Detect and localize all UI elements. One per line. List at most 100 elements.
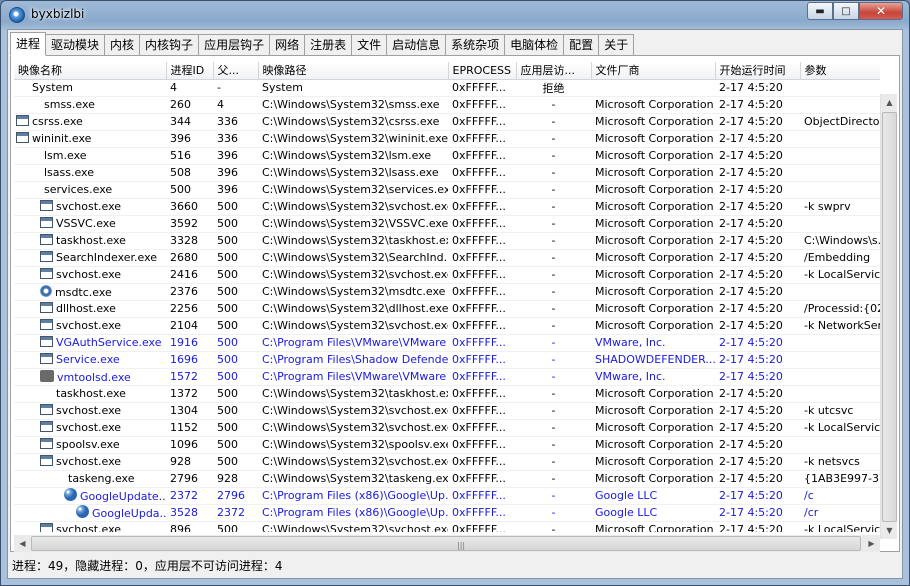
cell-8 <box>800 164 880 182</box>
vertical-scroll-thumb[interactable] <box>882 112 897 522</box>
column-header[interactable]: 文件厂商 <box>591 62 716 80</box>
cell-5: - <box>516 334 591 352</box>
cell-1: 3528 <box>166 504 213 522</box>
cell-2: 396 <box>213 164 258 182</box>
table-row[interactable]: vmtoolsd.exe 1572 500 C:\Program Files\VMwa… <box>14 368 880 386</box>
process-name-cell: GoogleUpda... <box>14 504 166 522</box>
cell-7: 2-17 4:5:20 <box>715 521 800 532</box>
process-name-cell: lsm.exe <box>14 147 166 165</box>
cell-7: 2-17 4:5:20 <box>715 436 800 454</box>
process-panel: 映像名称 进程ID 父... 映像路径 EPROCESS 应用层访... 文件厂商 开始运行时… <box>10 55 900 552</box>
table-row[interactable]: lsm.exe 516 396 C:\Windows\System32\lsm.exe… <box>14 147 880 165</box>
table-row[interactable]: svchost.exe 3660 500 C:\Windows\System32\sv… <box>14 198 880 216</box>
scroll-up-button[interactable]: ▲ <box>881 94 898 111</box>
table-row[interactable]: taskhost.exe 1372 500 C:\Windows\System32\t… <box>14 385 880 403</box>
cell-2: 500 <box>213 402 258 420</box>
table-row[interactable]: lsass.exe 508 396 C:\Windows\System32\lsass… <box>14 164 880 182</box>
cell-2: 396 <box>213 181 258 199</box>
column-header[interactable]: 父... <box>213 62 259 80</box>
table-row[interactable]: System 4- System 0xFFFFF... 拒绝 2-17 4:5:20 <box>14 79 880 97</box>
process-name: GoogleUpdate.... <box>80 490 166 503</box>
table-row[interactable]: dllhost.exe 2256 500 C:\Windows\System32\dl… <box>14 300 880 318</box>
cell-1: 396 <box>166 130 213 148</box>
window-icon <box>40 302 53 313</box>
table-row[interactable]: taskhost.exe 3328 500 C:\Windows\System32\t… <box>14 232 880 250</box>
table-row[interactable]: csrss.exe 344 336 C:\Windows\System32\csrss… <box>14 113 880 131</box>
horizontal-scroll-thumb[interactable]: ||| <box>31 536 861 551</box>
column-header[interactable]: 开始运行时间 <box>715 62 801 80</box>
table-row[interactable]: SearchIndexer.exe 2680 500 C:\Windows\Syste… <box>14 249 880 267</box>
tab-5[interactable]: 网络 <box>270 34 306 56</box>
table-row[interactable]: Service.exe 1696 500 C:\Program Files\Shado… <box>14 351 880 369</box>
tab-2[interactable]: 内核 <box>105 34 141 56</box>
cell-5: - <box>516 521 591 532</box>
cell-1: 4 <box>166 79 213 97</box>
table-row[interactable]: services.exe 500 396 C:\Windows\System32\se… <box>14 181 880 199</box>
process-name-cell: System <box>14 79 166 97</box>
table-row[interactable]: svchost.exe 896 500 C:\Windows\System32\svc… <box>14 521 880 532</box>
cell-2: 500 <box>213 215 258 233</box>
scroll-down-button[interactable]: ▼ <box>881 522 898 539</box>
column-header[interactable]: 应用层访... <box>516 62 592 80</box>
tab-9[interactable]: 系统杂项 <box>446 34 506 56</box>
cell-6: Microsoft Corporation <box>591 147 715 165</box>
process-name: svchost.exe <box>56 523 122 532</box>
table-row[interactable]: taskeng.exe 2796 928 C:\Windows\System32\ta… <box>14 470 880 488</box>
table-row[interactable]: msdtc.exe 2376 500 C:\Windows\System32\msdt… <box>14 283 880 301</box>
tab-4[interactable]: 应用层钩子 <box>199 34 271 56</box>
process-name-cell: GoogleUpdate.... <box>14 487 166 505</box>
window-icon <box>40 404 53 415</box>
table-row[interactable]: svchost.exe 928 500 C:\Windows\System32\svc… <box>14 453 880 471</box>
tab-12[interactable]: 关于 <box>599 34 635 56</box>
cell-5: - <box>516 113 591 131</box>
table-row[interactable]: svchost.exe 2416 500 C:\Windows\System32\sv… <box>14 266 880 284</box>
cell-1: 260 <box>166 96 213 114</box>
maximize-button[interactable]: □ <box>833 2 859 20</box>
column-header[interactable]: EPROCESS <box>448 62 517 80</box>
scroll-right-button[interactable]: ▶ <box>863 535 880 552</box>
vertical-scrollbar[interactable]: ▲ ▼ <box>880 94 897 539</box>
tab-0[interactable]: 进程 <box>10 32 47 56</box>
cell-4: 0xFFFFF... <box>448 453 516 471</box>
tab-10[interactable]: 电脑体检 <box>505 34 565 56</box>
table-row[interactable]: GoogleUpda... 3528 2372 C:\Program Files (x… <box>14 504 880 522</box>
process-name-cell: VSSVC.exe <box>14 215 166 233</box>
cell-4: 0xFFFFF... <box>448 436 516 454</box>
table-row[interactable]: svchost.exe 1304 500 C:\Windows\System32\sv… <box>14 402 880 420</box>
table-row[interactable]: wininit.exe 396 336 C:\Windows\System32\win… <box>14 130 880 148</box>
table-row[interactable]: svchost.exe 2104 500 C:\Windows\System32\sv… <box>14 317 880 335</box>
table-row[interactable]: GoogleUpdate.... 2372 2796 C:\Program Files… <box>14 487 880 505</box>
tab-1[interactable]: 驱动模块 <box>46 34 106 56</box>
tab-6[interactable]: 注册表 <box>305 34 353 56</box>
cell-6: Microsoft Corporation <box>591 249 715 267</box>
column-header[interactable]: 进程ID <box>166 62 214 80</box>
cell-6: Microsoft Corporation <box>591 453 715 471</box>
process-name: svchost.exe <box>56 455 122 468</box>
horizontal-scrollbar[interactable]: ◀ ||| ▶ <box>14 535 880 552</box>
cell-8 <box>800 283 880 301</box>
cell-7: 2-17 4:5:20 <box>715 198 800 216</box>
process-name: msdtc.exe <box>55 285 112 299</box>
table-row[interactable]: smss.exe 260 4 C:\Windows\System32\smss.exe… <box>14 96 880 114</box>
window-icon <box>40 251 53 262</box>
tab-8[interactable]: 启动信息 <box>387 34 447 56</box>
scroll-left-button[interactable]: ◀ <box>14 535 31 552</box>
table-row[interactable]: VSSVC.exe 3592 500 C:\Windows\System32\VSSV… <box>14 215 880 233</box>
minimize-button[interactable]: ▬ <box>807 2 833 20</box>
tab-3[interactable]: 内核钩子 <box>140 34 200 56</box>
table-row[interactable]: spoolsv.exe 1096 500 C:\Windows\System32\sp… <box>14 436 880 454</box>
title-bar[interactable]: byxbizlbi ▬ □ ✕ <box>1 1 909 29</box>
column-header[interactable]: 参数 <box>800 62 880 80</box>
cell-8 <box>800 147 880 165</box>
cell-2: 500 <box>213 385 258 403</box>
tab-11[interactable]: 配置 <box>564 34 600 56</box>
column-header[interactable]: 映像名称 <box>14 62 167 80</box>
cell-6: Microsoft Corporation <box>591 96 715 114</box>
column-header[interactable]: 映像路径 <box>258 62 449 80</box>
close-button[interactable]: ✕ <box>859 2 903 20</box>
window-icon <box>40 421 53 432</box>
cell-4: 0xFFFFF... <box>448 198 516 216</box>
tab-7[interactable]: 文件 <box>352 34 388 56</box>
table-row[interactable]: VGAuthService.exe 1916 500 C:\Program Files… <box>14 334 880 352</box>
table-row[interactable]: svchost.exe 1152 500 C:\Windows\System32\sv… <box>14 419 880 437</box>
